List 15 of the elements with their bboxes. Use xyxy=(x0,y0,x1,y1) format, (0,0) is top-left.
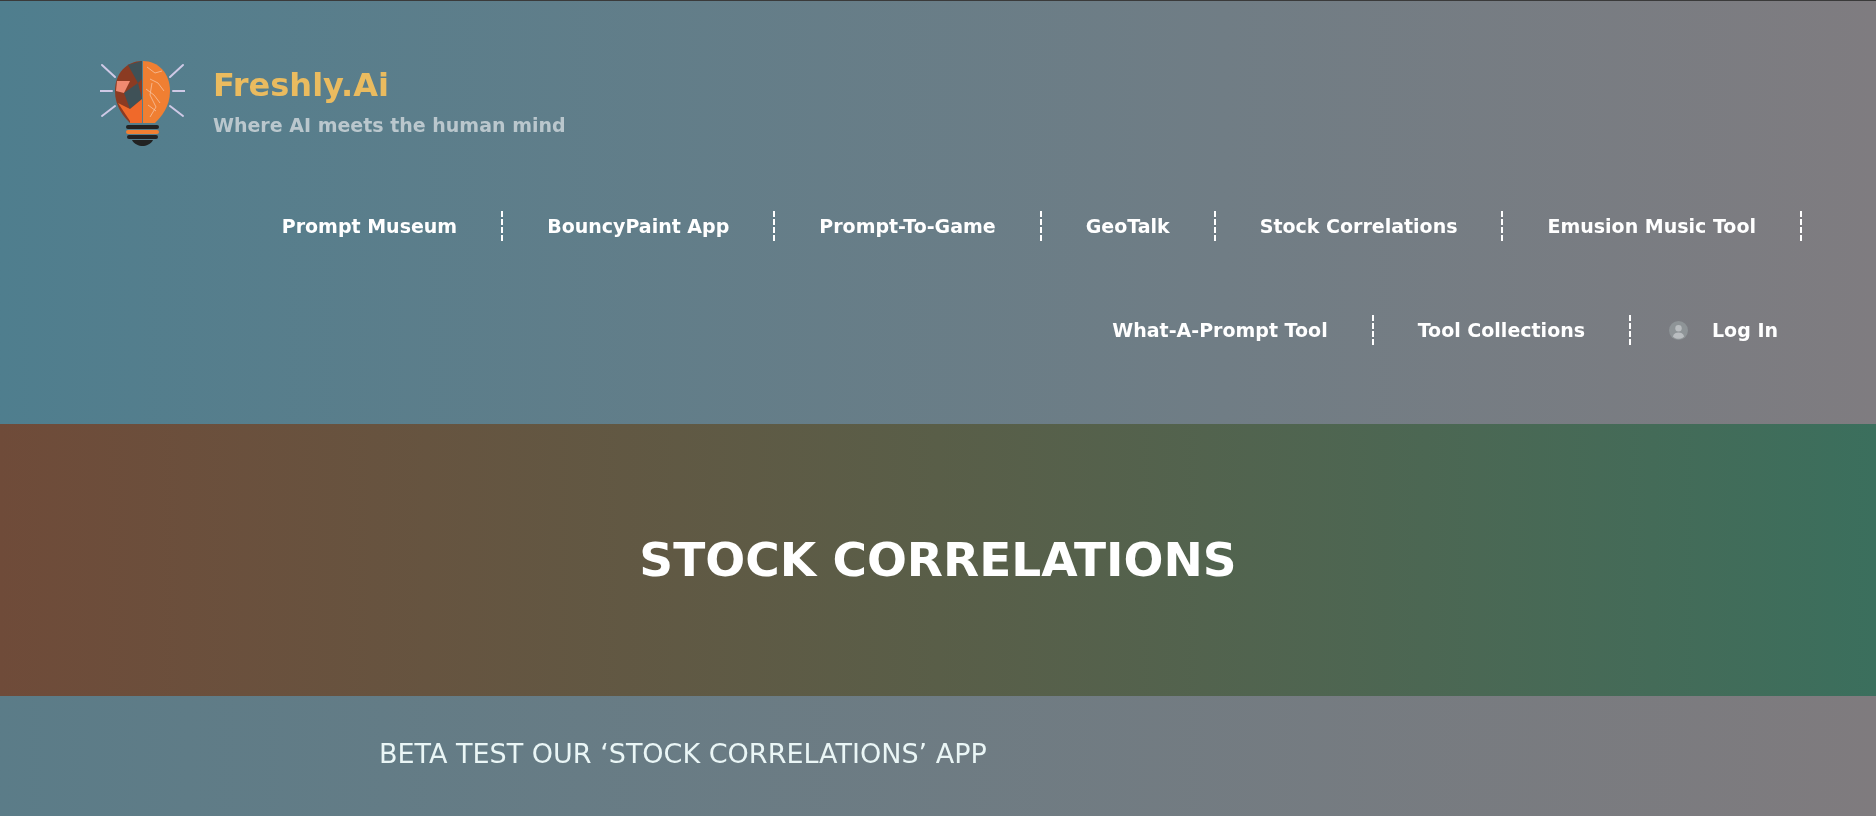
brand-name[interactable]: Freshly.Ai xyxy=(213,65,389,105)
brand-tagline: Where AI meets the human mind xyxy=(213,113,566,137)
lightbulb-brain-icon xyxy=(100,59,185,146)
login-link[interactable]: Log In xyxy=(1631,310,1802,350)
hero-title: STOCK CORRELATIONS xyxy=(639,531,1237,589)
user-avatar-icon xyxy=(1669,320,1688,340)
nav-link[interactable]: Tool Collections xyxy=(1373,310,1629,350)
nav-link[interactable]: What-A-Prompt Tool xyxy=(1068,310,1372,350)
section-heading: BETA TEST OUR ‘STOCK CORRELATIONS’ APP xyxy=(379,737,987,771)
nav-link[interactable]: GeoTalk xyxy=(1041,206,1214,246)
nav-link[interactable]: Prompt Museum xyxy=(237,206,502,246)
nav-link[interactable]: Emusion Music Tool xyxy=(1503,206,1800,246)
nav-link[interactable]: BouncyPaint App xyxy=(503,206,774,246)
nav-link[interactable]: Prompt-To-Game xyxy=(775,206,1040,246)
nav-link[interactable]: Stock Correlations xyxy=(1215,206,1502,246)
